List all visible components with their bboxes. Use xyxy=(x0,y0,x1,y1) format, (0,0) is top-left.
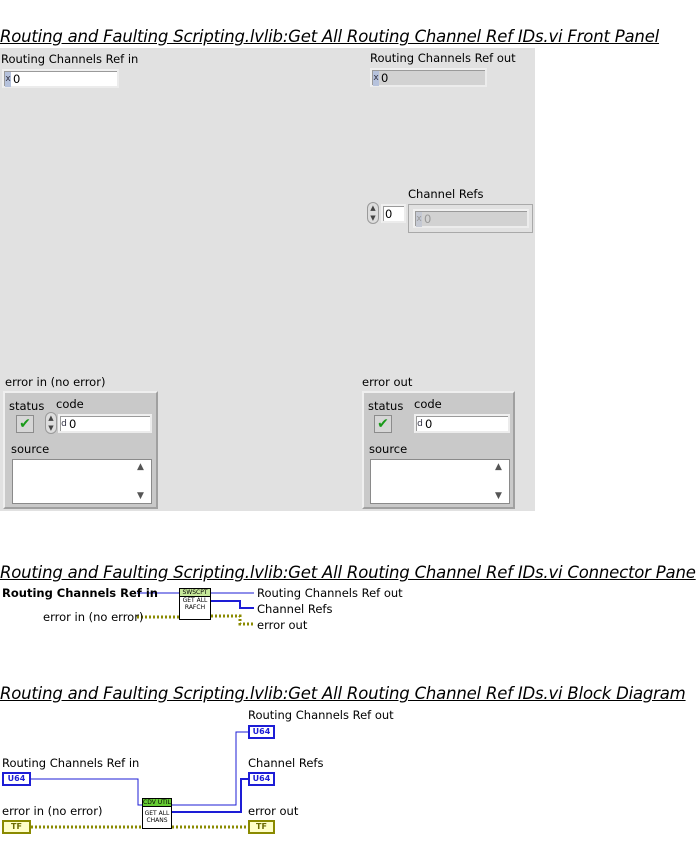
error-in-label: error in (no error) xyxy=(5,375,106,389)
error-out-cluster: status code ✔ d 0 source ▲ ▼ xyxy=(362,391,515,509)
subvi-body: GET ALL CHANS xyxy=(144,810,170,824)
status-checkbox[interactable]: ✔ xyxy=(16,415,34,433)
radix-indicator: x xyxy=(373,71,379,86)
code-control[interactable]: d 0 xyxy=(58,414,152,433)
icon-header: SWSCPT xyxy=(180,589,210,597)
source-label: source xyxy=(11,442,50,456)
bd-channel-refs-terminal[interactable]: U64 xyxy=(248,772,275,786)
bd-error-out-label: error out xyxy=(248,804,299,818)
connector-pane-icon[interactable]: SWSCPT GET ALL RAFCH xyxy=(179,588,211,620)
bd-routing-out-terminal[interactable]: U64 xyxy=(248,725,275,739)
radix-indicator[interactable]: d xyxy=(61,417,67,432)
bd-error-in-terminal[interactable]: TF xyxy=(2,820,31,834)
routing-out-label: Routing Channels Ref out xyxy=(370,51,516,65)
source-label: source xyxy=(369,442,408,456)
code-value: 0 xyxy=(69,417,77,431)
bd-error-in-label: error in (no error) xyxy=(2,804,103,818)
routing-in-value: 0 xyxy=(13,72,21,86)
error-out-label: error out xyxy=(362,375,413,389)
code-label: code xyxy=(56,397,84,411)
bd-routing-out-label: Routing Channels Ref out xyxy=(248,708,394,722)
code-label: code xyxy=(414,397,442,411)
bd-routing-in-label: Routing Channels Ref in xyxy=(2,756,140,770)
icon-body: GET ALL RAFCH xyxy=(182,597,208,611)
code-indicator: d 0 xyxy=(414,414,510,433)
cp-routing-in-label: Routing Channels Ref in xyxy=(2,586,158,600)
array-index-spinner[interactable]: ▲ ▼ xyxy=(367,202,379,224)
connector-pane-title: Routing and Faulting Scripting.lvlib:Get… xyxy=(0,563,696,582)
scrollbar[interactable]: ▲ ▼ xyxy=(137,462,149,501)
channel-refs-array: x 0 xyxy=(408,204,533,233)
bd-channel-refs-label: Channel Refs xyxy=(248,756,324,770)
bd-error-out-terminal[interactable]: TF xyxy=(248,820,275,834)
array-index-value: 0 xyxy=(385,207,393,221)
source-textbox[interactable]: ▲ ▼ xyxy=(12,459,152,504)
routing-in-control[interactable]: x 0 xyxy=(2,69,119,88)
subvi-header: CDV UTIL xyxy=(143,799,171,807)
status-checkbox: ✔ xyxy=(374,415,392,433)
cp-routing-out-label: Routing Channels Ref out xyxy=(257,586,403,600)
code-value: 0 xyxy=(425,417,433,431)
routing-in-label: Routing Channels Ref in xyxy=(1,52,139,66)
status-label: status xyxy=(368,399,404,413)
cp-error-in-label: error in (no error) xyxy=(43,610,144,624)
channel-refs-value: 0 xyxy=(424,212,432,226)
source-textbox: ▲ ▼ xyxy=(370,459,510,504)
radix-indicator[interactable]: x xyxy=(5,72,11,87)
block-diagram-wires xyxy=(31,731,248,829)
cp-channel-refs-label: Channel Refs xyxy=(257,602,333,616)
bd-routing-in-terminal[interactable]: U64 xyxy=(2,772,31,786)
error-in-cluster: status code ✔ ▲ ▼ d 0 source ▲ ▼ xyxy=(3,391,158,509)
radix-indicator: d xyxy=(417,419,423,429)
scrollbar[interactable]: ▲ ▼ xyxy=(495,462,507,501)
get-all-chans-subvi[interactable]: CDV UTIL GET ALL CHANS xyxy=(142,798,172,829)
array-index-control[interactable]: 0 xyxy=(381,204,406,223)
channel-refs-element: x 0 xyxy=(413,209,529,228)
status-label: status xyxy=(9,399,45,413)
code-spinner[interactable]: ▲ ▼ xyxy=(45,412,57,434)
front-panel-title: Routing and Faulting Scripting.lvlib:Get… xyxy=(0,27,660,46)
block-diagram-title: Routing and Faulting Scripting.lvlib:Get… xyxy=(0,684,686,703)
routing-out-value: 0 xyxy=(381,71,389,85)
channel-refs-label: Channel Refs xyxy=(408,187,484,201)
routing-out-indicator: x 0 xyxy=(370,68,487,87)
radix-indicator: x xyxy=(416,212,422,227)
cp-error-out-label: error out xyxy=(257,618,308,632)
